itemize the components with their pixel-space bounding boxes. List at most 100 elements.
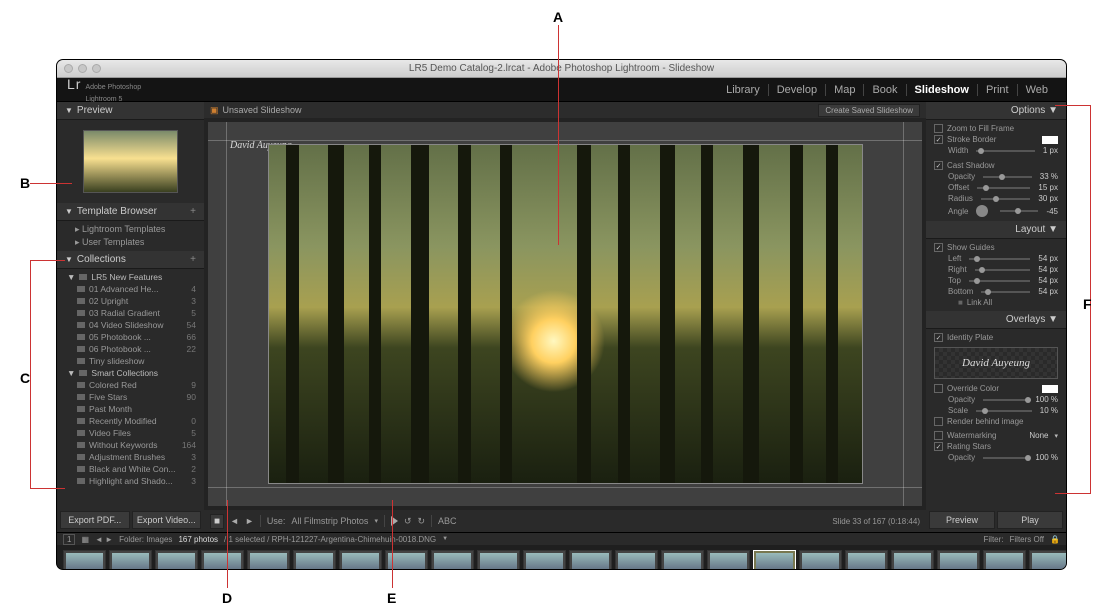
module-map[interactable]: Map <box>825 84 863 96</box>
filmstrip-thumb[interactable] <box>845 550 888 570</box>
filmstrip-thumb[interactable] <box>661 550 704 570</box>
preview-button[interactable]: Preview <box>929 511 995 529</box>
overlays-header[interactable]: Overlays ▼ <box>926 311 1066 329</box>
module-web[interactable]: Web <box>1017 84 1056 96</box>
slide-canvas[interactable]: David Auyeung <box>208 122 922 506</box>
filmstrip-thumb[interactable] <box>63 550 106 570</box>
template-preview <box>57 120 204 203</box>
text-overlay-button[interactable]: ABC <box>438 516 457 526</box>
collection-item[interactable]: 03 Radial Gradient5 <box>57 307 204 319</box>
export-video-button[interactable]: Export Video... <box>132 511 202 529</box>
module-develop[interactable]: Develop <box>768 84 825 96</box>
right-panel: Options ▼ Zoom to Fill Frame ✓Stroke Bor… <box>926 102 1066 532</box>
use-dropdown[interactable]: All Filmstrip Photos <box>291 516 368 526</box>
stroke-border-checkbox[interactable]: ✓ <box>934 135 943 144</box>
prev-button[interactable]: ◄ <box>230 516 239 526</box>
grid-view-icon[interactable]: ▦ <box>81 535 89 544</box>
playback-toolbar: ■ ◄ ► Use: All Filmstrip Photos ▾ ↺ ↻ AB… <box>204 510 926 532</box>
collection-item[interactable]: 04 Video Slideshow54 <box>57 319 204 331</box>
filmstrip-thumb[interactable] <box>293 550 336 570</box>
filmstrip-thumb[interactable] <box>799 550 842 570</box>
collection-item[interactable]: 06 Photobook ...22 <box>57 343 204 355</box>
template-folder[interactable]: ▸ User Templates <box>65 236 196 249</box>
shadow-opacity-slider[interactable] <box>983 176 1032 178</box>
cast-shadow-checkbox[interactable]: ✓ <box>934 161 943 170</box>
annotation-a: A <box>553 9 563 25</box>
filmstrip-thumb[interactable] <box>983 550 1026 570</box>
collections-header[interactable]: ▼Collections+ <box>57 251 204 269</box>
filmstrip-thumb[interactable] <box>615 550 658 570</box>
collection-item[interactable]: ▼Smart Collections <box>57 367 204 379</box>
rotate-ccw-button[interactable]: ↺ <box>404 516 412 527</box>
collection-item[interactable]: 01 Advanced He...4 <box>57 283 204 295</box>
collection-item[interactable]: ▼LR5 New Features <box>57 271 204 283</box>
collection-item[interactable]: Black and White Con...2 <box>57 463 204 475</box>
template-list[interactable]: ▸ Lightroom Templates▸ User Templates <box>57 221 204 251</box>
filmstrip-thumb[interactable] <box>891 550 934 570</box>
collection-item[interactable]: Colored Red9 <box>57 379 204 391</box>
collection-item[interactable]: Recently Modified0 <box>57 415 204 427</box>
layout-header[interactable]: Layout ▼ <box>926 221 1066 239</box>
angle-dial[interactable] <box>976 205 988 217</box>
second-window-button[interactable]: 1 <box>63 534 75 545</box>
rating-stars-checkbox[interactable]: ✓ <box>934 442 943 451</box>
module-book[interactable]: Book <box>863 84 905 96</box>
collection-item[interactable]: 02 Upright3 <box>57 295 204 307</box>
show-guides-checkbox[interactable]: ✓ <box>934 243 943 252</box>
filmstrip-thumb[interactable] <box>523 550 566 570</box>
create-saved-slideshow-button[interactable]: Create Saved Slideshow <box>818 104 920 117</box>
filmstrip-thumb[interactable] <box>753 550 796 570</box>
lightroom-window: LR5 Demo Catalog-2.lrcat - Adobe Photosh… <box>57 60 1066 569</box>
play-slideshow-button[interactable]: Play <box>997 511 1063 529</box>
stroke-width-slider[interactable] <box>976 150 1034 152</box>
filmstrip-thumb[interactable] <box>247 550 290 570</box>
slide-counter: Slide 33 of 167 (0:18:44) <box>832 517 920 526</box>
stop-button[interactable]: ■ <box>210 514 224 529</box>
filmstrip-thumb[interactable] <box>569 550 612 570</box>
filter-lock-icon[interactable]: 🔒 <box>1050 535 1060 544</box>
filmstrip-thumb[interactable] <box>707 550 750 570</box>
options-header[interactable]: Options ▼ <box>926 102 1066 120</box>
titlebar: LR5 Demo Catalog-2.lrcat - Adobe Photosh… <box>57 60 1066 78</box>
filmstrip-thumb[interactable] <box>477 550 520 570</box>
filmstrip-thumb[interactable] <box>201 550 244 570</box>
collection-item[interactable]: Adjustment Brushes3 <box>57 451 204 463</box>
collection-item[interactable]: Past Month <box>57 403 204 415</box>
filmstrip-thumb[interactable] <box>109 550 152 570</box>
override-color-checkbox[interactable] <box>934 384 943 393</box>
annotation-e: E <box>387 590 396 606</box>
identity-plate-editor[interactable]: David Auyeung <box>934 347 1058 379</box>
shadow-radius-slider[interactable] <box>981 198 1031 200</box>
filmstrip[interactable] <box>57 545 1066 569</box>
left-panel: ▼Preview ▼Template Browser+ ▸ Lightroom … <box>57 102 204 532</box>
module-library[interactable]: Library <box>718 84 768 96</box>
preview-header[interactable]: ▼Preview <box>57 102 204 120</box>
rotate-cw-button[interactable]: ↻ <box>418 516 426 527</box>
collection-item[interactable]: Video Files5 <box>57 427 204 439</box>
shadow-offset-slider[interactable] <box>977 187 1030 189</box>
template-browser-header[interactable]: ▼Template Browser+ <box>57 203 204 221</box>
filter-dropdown[interactable]: Filters Off <box>1010 535 1045 544</box>
identity-plate-checkbox[interactable]: ✓ <box>934 333 943 342</box>
filmstrip-thumb[interactable] <box>937 550 980 570</box>
module-slideshow[interactable]: Slideshow <box>906 84 977 96</box>
zoom-fill-checkbox[interactable] <box>934 124 943 133</box>
collection-item[interactable]: Without Keywords164 <box>57 439 204 451</box>
render-behind-checkbox[interactable] <box>934 417 943 426</box>
export-pdf-button[interactable]: Export PDF... <box>60 511 130 529</box>
filmstrip-thumb[interactable] <box>431 550 474 570</box>
next-button[interactable]: ► <box>245 516 254 526</box>
watermarking-checkbox[interactable] <box>934 431 943 440</box>
collection-item[interactable]: Highlight and Shado...3 <box>57 475 204 487</box>
collection-item[interactable]: Tiny slideshow <box>57 355 204 367</box>
template-folder[interactable]: ▸ Lightroom Templates <box>65 223 196 236</box>
module-print[interactable]: Print <box>977 84 1017 96</box>
collection-item[interactable]: Five Stars90 <box>57 391 204 403</box>
app-logo: Lr Adobe PhotoshopLightroom 5 <box>67 76 141 104</box>
filmstrip-thumb[interactable] <box>339 550 382 570</box>
filmstrip-thumb[interactable] <box>155 550 198 570</box>
filmstrip-info-bar: 1 ▦ ◄ ► Folder: Images 167 photos / 1 se… <box>57 532 1066 545</box>
collection-item[interactable]: 05 Photobook ...66 <box>57 331 204 343</box>
filmstrip-thumb[interactable] <box>1029 550 1066 570</box>
collections-list[interactable]: ▼LR5 New Features01 Advanced He...402 Up… <box>57 269 204 508</box>
